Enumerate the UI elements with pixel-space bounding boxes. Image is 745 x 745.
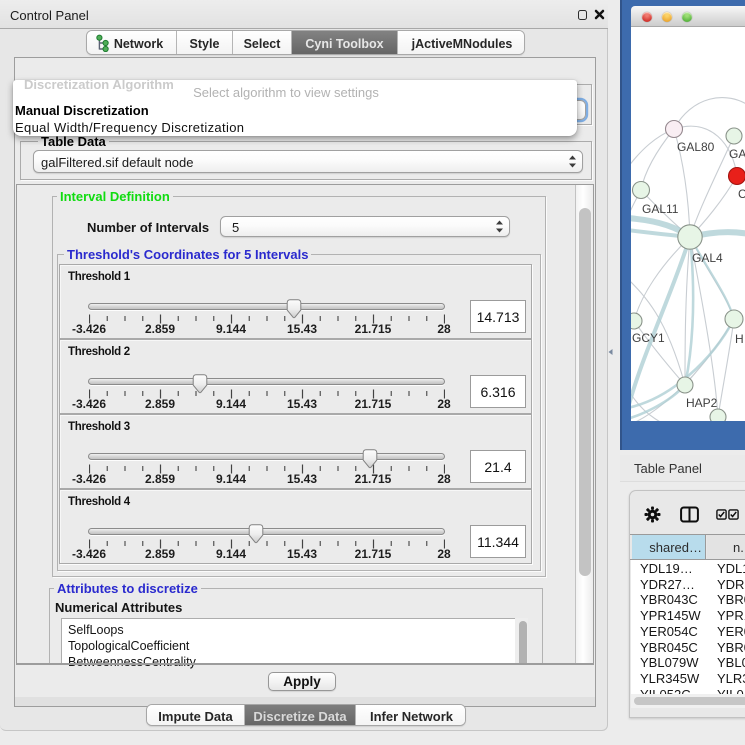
svg-text:C: C <box>738 187 745 201</box>
svg-text:GAL11: GAL11 <box>642 202 679 216</box>
svg-text:HAP2: HAP2 <box>686 396 718 410</box>
svg-text:H: H <box>735 332 744 346</box>
svg-text:GA: GA <box>729 147 745 161</box>
svg-text:GCY1: GCY1 <box>632 331 665 345</box>
svg-text:GAL4: GAL4 <box>692 251 723 265</box>
svg-text:GAL80: GAL80 <box>677 140 715 154</box>
